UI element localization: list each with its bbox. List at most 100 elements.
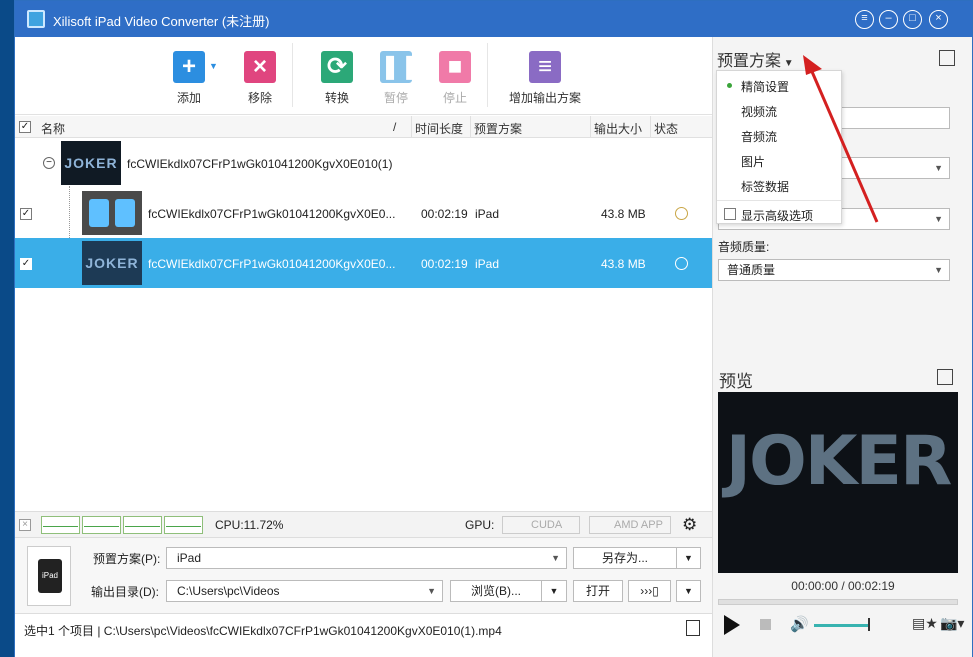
- select-all-checkbox[interactable]: ✓: [19, 121, 31, 133]
- stop-icon: ■: [439, 51, 471, 83]
- preset-title[interactable]: 预置方案 ▼: [717, 47, 794, 71]
- volume-slider[interactable]: [814, 624, 869, 627]
- cuda-button[interactable]: CUDA: [502, 516, 580, 534]
- clock-icon: [675, 257, 688, 270]
- col-preset[interactable]: 预置方案: [474, 120, 522, 137]
- play-icon[interactable]: [724, 615, 740, 635]
- browse-dropdown-icon[interactable]: ▼: [541, 580, 567, 602]
- performance-bar: × CPU:11.72% GPU: CUDA AMD APP ⚙: [15, 511, 712, 537]
- file-size: 43.8 MB: [601, 207, 646, 221]
- expand-icon[interactable]: [939, 50, 955, 66]
- cpu-graph: [123, 516, 162, 534]
- pause-icon: ❚❚: [380, 51, 420, 83]
- time-readout: 00:00:00 / 00:02:19: [791, 579, 895, 593]
- add-dropdown-icon[interactable]: ▼: [209, 61, 218, 71]
- clock-icon: [675, 207, 688, 220]
- remove-button[interactable]: × 移除: [225, 51, 295, 106]
- app-icon: [27, 10, 45, 28]
- file-thumbnail: [82, 191, 142, 235]
- row-checkbox[interactable]: ✓: [20, 258, 32, 270]
- status-bar: 选中1 个项目 | C:\Users\pc\Videos\fcCWIEkdlx0…: [15, 613, 712, 643]
- file-duration: 00:02:19: [421, 207, 468, 221]
- right-panel: 预置方案 ▼ vGk01041200Kgv> ▼ ▼ 音频质量: 普通质量▼ 精…: [712, 37, 972, 657]
- plus-icon: +: [173, 51, 205, 83]
- audio-quality-select[interactable]: 普通质量 ▼: [718, 259, 950, 281]
- output-dir-label: 输出目录(D):: [91, 585, 159, 599]
- preview-video: JOKER: [718, 392, 958, 573]
- main-panel: + 添加 ▼ × 移除 ⟳ 转换 ❚❚ 暂停 ■ 停止 ≡ 增加输出方案 ✓ 名…: [15, 37, 712, 657]
- menu-item-tags[interactable]: 标签数据: [741, 178, 789, 195]
- add-output-profile-button[interactable]: ≡ 增加输出方案: [500, 51, 590, 106]
- cpu-usage: CPU:11.72%: [215, 518, 284, 532]
- output-dir-field[interactable]: C:\Users\pc\Videos ▼: [166, 580, 443, 602]
- browse-button[interactable]: 浏览(B)...: [450, 580, 542, 602]
- menu-item-audio[interactable]: 音频流: [741, 128, 777, 145]
- app-window: Xilisoft iPad Video Converter (未注册) ≡ – …: [14, 0, 973, 657]
- transfer-device-button[interactable]: ›››▯: [628, 580, 671, 602]
- chevron-down-icon: ▼: [427, 586, 436, 596]
- open-button[interactable]: 打开: [573, 580, 623, 602]
- audio-quality-label: 音频质量:: [718, 240, 770, 254]
- file-preset[interactable]: iPad: [475, 257, 499, 271]
- menu-item-video[interactable]: 视频流: [741, 103, 777, 120]
- transfer-dropdown-icon[interactable]: ▼: [676, 580, 701, 602]
- properties-panel: iPad 预置方案(P): iPad ▼ 另存为... ▼ 输出目录(D): C:…: [15, 537, 712, 613]
- gear-icon[interactable]: ⚙: [682, 515, 697, 535]
- file-thumbnail: JOKER: [82, 241, 142, 285]
- amd-app-button[interactable]: AMD APP: [589, 516, 671, 534]
- menu-item-advanced[interactable]: 显示高级选项: [741, 207, 813, 224]
- file-preset[interactable]: iPad: [475, 207, 499, 221]
- x-icon: ×: [244, 51, 276, 83]
- group-name: fcCWIEkdlx07CFrP1wGk01041200KgvX0E010(1): [127, 157, 393, 171]
- col-duration[interactable]: 时间长度: [415, 120, 463, 137]
- table-row[interactable]: ✓ fcCWIEkdlx07CFrP1wGk01041200KgvX0E0...…: [15, 188, 712, 238]
- expand-icon[interactable]: [937, 369, 953, 385]
- col-sort-slash: /: [393, 120, 397, 134]
- chevron-down-icon: ▼: [934, 265, 943, 275]
- chevron-down-icon: ▼: [781, 58, 794, 69]
- column-divider: [650, 116, 651, 138]
- fullscreen-star-icon[interactable]: ▤★: [912, 615, 938, 632]
- cpu-graph: [82, 516, 121, 534]
- close-icon[interactable]: ×: [929, 10, 948, 29]
- save-as-dropdown-icon[interactable]: ▼: [676, 547, 701, 569]
- menu-item-basic[interactable]: 精简设置: [741, 78, 789, 95]
- camera-icon[interactable]: 📷▾: [940, 615, 964, 632]
- device-icon-box: iPad: [27, 546, 71, 606]
- file-duration: 00:02:19: [421, 257, 468, 271]
- chevron-down-icon: ▼: [934, 163, 943, 173]
- close-perf-icon[interactable]: ×: [19, 519, 31, 531]
- row-checkbox[interactable]: ✓: [20, 208, 32, 220]
- preset-label: 预置方案(P):: [93, 552, 161, 566]
- col-status[interactable]: 状态: [654, 120, 678, 137]
- log-icon[interactable]: [686, 620, 700, 636]
- preset-select[interactable]: iPad ▼: [166, 547, 567, 569]
- save-as-button[interactable]: 另存为...: [573, 547, 677, 569]
- group-row[interactable]: − JOKER fcCWIEkdlx07CFrP1wGk01041200KgvX…: [15, 138, 712, 188]
- status-text: 选中1 个项目 | C:\Users\pc\Videos\fcCWIEkdlx0…: [24, 624, 502, 638]
- stop-button[interactable]: ■ 停止: [420, 51, 490, 106]
- stop-icon[interactable]: [760, 619, 771, 630]
- table-row-selected[interactable]: ✓ JOKER fcCWIEkdlx07CFrP1wGk01041200KgvX…: [15, 238, 712, 288]
- file-name: fcCWIEkdlx07CFrP1wGk01041200KgvX0E0...: [148, 207, 396, 221]
- document-icon: ≡: [529, 51, 561, 83]
- collapse-icon[interactable]: −: [43, 157, 55, 169]
- volume-icon[interactable]: 🔊: [790, 615, 809, 633]
- add-button[interactable]: + 添加: [154, 51, 224, 106]
- maximize-icon[interactable]: □: [903, 10, 922, 29]
- volume-handle[interactable]: [868, 618, 870, 631]
- menu-item-picture[interactable]: 图片: [741, 153, 765, 170]
- group-thumbnail: JOKER: [61, 141, 121, 185]
- col-name[interactable]: 名称: [41, 120, 65, 137]
- menu-icon[interactable]: ≡: [855, 10, 874, 29]
- seek-bar[interactable]: [718, 599, 958, 605]
- minimize-icon[interactable]: –: [879, 10, 898, 29]
- window-title: Xilisoft iPad Video Converter (未注册): [53, 14, 270, 29]
- title-bar: Xilisoft iPad Video Converter (未注册) ≡ – …: [15, 1, 972, 37]
- refresh-icon: ⟳: [321, 51, 353, 83]
- playback-controls: 🔊 ▤★ 📷▾: [718, 609, 968, 643]
- col-size[interactable]: 输出大小: [594, 120, 642, 137]
- column-header: ✓ 名称 / 时间长度 预置方案 输出大小 状态: [15, 116, 712, 138]
- preview-title: 预览: [719, 372, 753, 391]
- advanced-checkbox[interactable]: [724, 208, 736, 220]
